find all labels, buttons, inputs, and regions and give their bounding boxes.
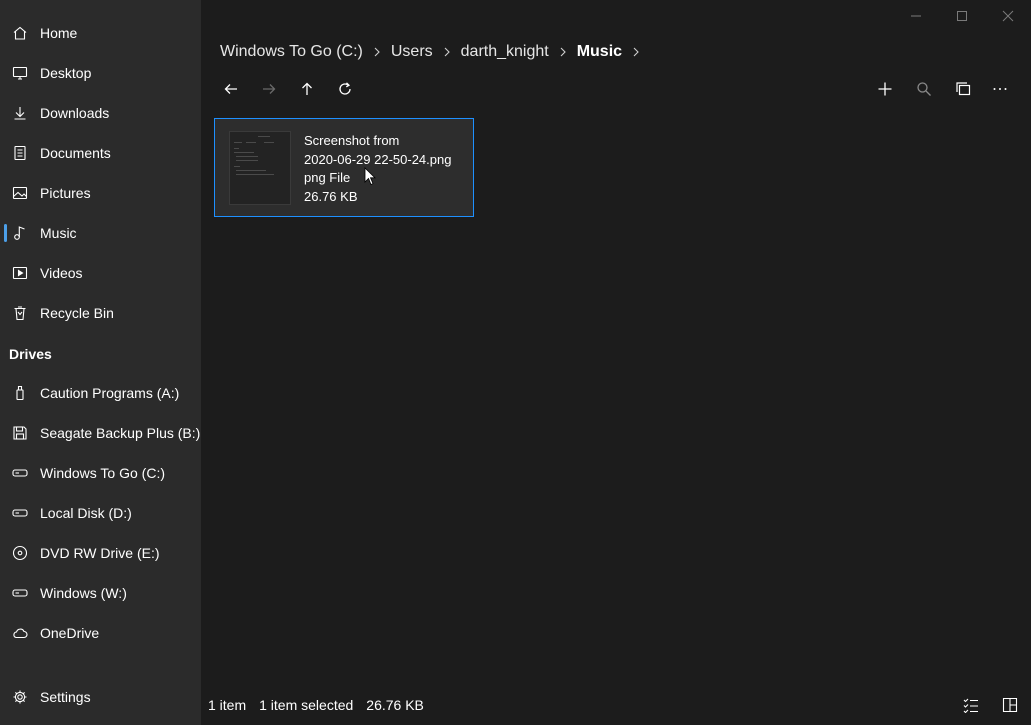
disc-drive-icon <box>12 545 28 561</box>
hard-drive-icon <box>12 585 28 601</box>
home-icon <box>12 25 28 41</box>
sidebar-item-desktop[interactable]: Desktop <box>0 55 201 91</box>
multi-select-button[interactable] <box>948 74 978 104</box>
back-button[interactable] <box>216 74 246 104</box>
hard-drive-icon <box>12 465 28 481</box>
sidebar-item-label: Recycle Bin <box>40 305 114 321</box>
sidebar-item-pictures[interactable]: Pictures <box>0 175 201 211</box>
ellipsis-icon <box>993 88 1007 90</box>
hard-drive-icon <box>12 505 28 521</box>
forward-button[interactable] <box>254 74 284 104</box>
chevron-right-icon[interactable] <box>373 47 381 57</box>
file-name-line2: 2020-06-29 22-50-24.png <box>304 151 452 167</box>
breadcrumb-item-user[interactable]: darth_knight <box>461 43 549 61</box>
refresh-button[interactable] <box>330 74 360 104</box>
sidebar-item-label: DVD RW Drive (E:) <box>40 545 160 561</box>
minimize-icon <box>911 15 921 17</box>
status-item-count: 1 item <box>208 697 247 713</box>
details-view-icon[interactable] <box>963 697 979 713</box>
picture-icon <box>12 185 28 201</box>
sidebar-item-drive-d[interactable]: Local Disk (D:) <box>0 495 201 531</box>
sidebar-item-videos[interactable]: Videos <box>0 255 201 291</box>
up-button[interactable] <box>292 74 322 104</box>
copy-stack-icon <box>956 82 971 96</box>
sidebar-item-drive-a[interactable]: Caution Programs (A:) <box>0 375 201 411</box>
sidebar-item-onedrive[interactable]: OneDrive <box>0 615 201 651</box>
breadcrumb-item-drive[interactable]: Windows To Go (C:) <box>220 43 363 61</box>
arrow-right-icon <box>263 84 276 94</box>
file-item[interactable]: Screenshot from 2020-06-29 22-50-24.png … <box>214 118 474 217</box>
maximize-button[interactable] <box>939 0 985 32</box>
document-icon <box>12 145 28 161</box>
file-size: 26.76 KB <box>304 188 358 204</box>
sidebar-item-downloads[interactable]: Downloads <box>0 95 201 131</box>
drives-section-header: Drives <box>9 346 52 362</box>
sidebar-item-drive-b[interactable]: Seagate Backup Plus (B:) <box>0 415 201 451</box>
file-name-line1: Screenshot from <box>304 133 400 148</box>
download-icon <box>12 105 28 121</box>
sidebar-item-label: Pictures <box>40 185 91 201</box>
cloud-icon <box>12 625 28 641</box>
sidebar-item-home[interactable]: Home <box>0 15 201 51</box>
new-item-button[interactable] <box>870 74 900 104</box>
sidebar: Home Desktop Downloads Documents Picture… <box>0 0 201 725</box>
sidebar-item-label: Windows To Go (C:) <box>40 465 165 481</box>
breadcrumb-item-current[interactable]: Music <box>577 43 622 61</box>
sidebar-item-label: Documents <box>40 145 111 161</box>
more-options-button[interactable] <box>985 74 1015 104</box>
usb-drive-icon <box>12 385 28 401</box>
sidebar-item-label: Downloads <box>40 105 110 121</box>
status-bar: 1 item 1 item selected 26.76 KB <box>208 697 424 713</box>
arrow-up-icon <box>302 82 312 95</box>
file-type: png File <box>304 170 351 186</box>
sidebar-item-label: Music <box>40 225 77 241</box>
sidebar-item-drive-w[interactable]: Windows (W:) <box>0 575 201 611</box>
sidebar-item-music[interactable]: Music <box>0 215 201 251</box>
refresh-icon <box>339 82 351 95</box>
search-button[interactable] <box>909 74 939 104</box>
sidebar-item-recycle-bin[interactable]: Recycle Bin <box>0 295 201 331</box>
sidebar-item-label: Desktop <box>40 65 92 81</box>
mouse-cursor-icon <box>364 167 376 186</box>
layout-view-icon[interactable] <box>1002 697 1018 713</box>
sidebar-item-drive-e[interactable]: DVD RW Drive (E:) <box>0 535 201 571</box>
music-icon <box>12 225 28 241</box>
sidebar-item-documents[interactable]: Documents <box>0 135 201 171</box>
settings-label: Settings <box>40 689 91 705</box>
status-selected-size: 26.76 KB <box>366 697 424 713</box>
gear-icon <box>12 689 28 705</box>
save-drive-icon <box>12 425 28 441</box>
maximize-icon <box>957 11 967 21</box>
close-button[interactable] <box>985 0 1031 32</box>
recycle-bin-icon <box>12 305 28 321</box>
file-thumbnail <box>229 131 291 205</box>
desktop-icon <box>12 65 28 81</box>
chevron-right-icon[interactable] <box>559 47 567 57</box>
sidebar-item-label: Home <box>40 25 78 41</box>
close-icon <box>1002 10 1014 22</box>
sidebar-item-label: Seagate Backup Plus (B:) <box>40 425 201 441</box>
sidebar-item-drive-c[interactable]: Windows To Go (C:) <box>0 455 201 491</box>
sidebar-item-label: Caution Programs (A:) <box>40 385 180 401</box>
minimize-button[interactable] <box>893 0 939 32</box>
settings-button[interactable]: Settings <box>0 679 201 715</box>
sidebar-item-label: Local Disk (D:) <box>40 505 132 521</box>
status-selected-count: 1 item selected <box>259 697 354 713</box>
chevron-right-icon[interactable] <box>443 47 451 57</box>
chevron-right-icon[interactable] <box>632 47 640 57</box>
plus-icon <box>878 82 892 96</box>
sidebar-item-label: Videos <box>40 265 83 281</box>
file-details: Screenshot from 2020-06-29 22-50-24.png … <box>304 132 451 206</box>
search-icon <box>917 82 931 96</box>
sidebar-item-label: OneDrive <box>40 625 100 641</box>
video-icon <box>12 265 28 281</box>
breadcrumb: Windows To Go (C:) Users darth_knight Mu… <box>220 41 650 63</box>
sidebar-item-label: Windows (W:) <box>40 585 127 601</box>
breadcrumb-item-users[interactable]: Users <box>391 43 433 61</box>
arrow-left-icon <box>224 84 237 94</box>
